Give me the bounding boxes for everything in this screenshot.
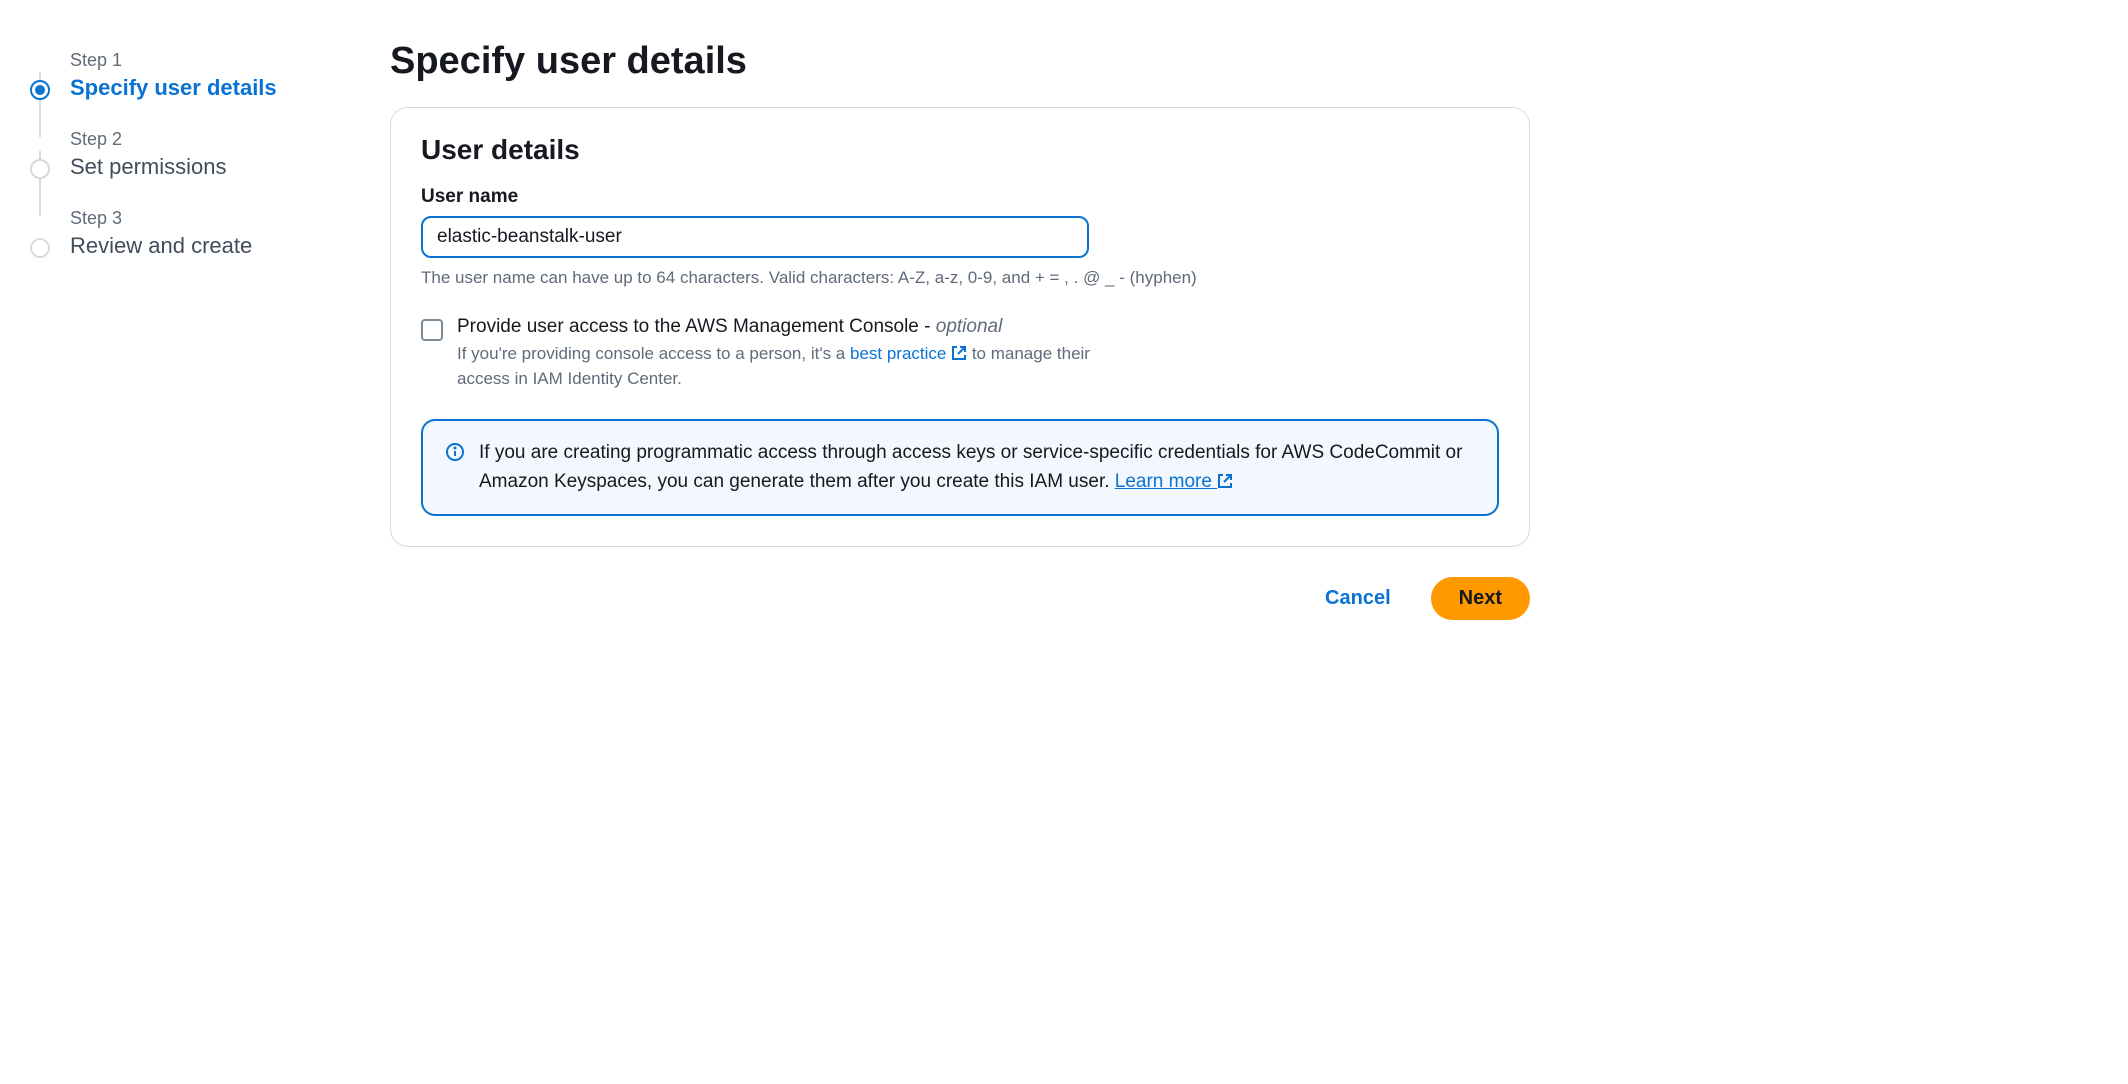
external-link-icon [951,345,967,361]
info-text: If you are creating programmatic access … [479,439,1475,496]
info-alert: If you are creating programmatic access … [421,419,1499,516]
user-details-panel: User details User name The user name can… [390,107,1530,547]
console-access-label-main: Provide user access to the AWS Managemen… [457,316,936,337]
step-label: Step 2 [70,129,330,150]
main-content: Specify user details User details User n… [390,40,1530,620]
cancel-button[interactable]: Cancel [1313,577,1403,620]
panel-title: User details [421,134,1499,166]
username-label: User name [421,186,1499,208]
step-title: Specify user details [70,75,330,101]
step-title: Review and create [70,233,330,259]
console-access-option: Provide user access to the AWS Managemen… [421,316,1499,391]
username-input[interactable] [421,216,1089,258]
external-link-icon [1217,473,1233,489]
best-practice-link[interactable]: best practice [850,344,967,363]
next-button[interactable]: Next [1431,577,1530,620]
step-indicator-icon [30,238,50,258]
console-access-label-optional: optional [936,316,1003,337]
wizard-step-review-and-create[interactable]: Step 3 Review and create [30,208,330,287]
info-icon [445,442,465,462]
page-title: Specify user details [390,40,1530,83]
info-text-body: If you are creating programmatic access … [479,442,1462,492]
console-access-desc: If you're providing console access to a … [457,342,1097,391]
step-title: Set permissions [70,154,330,180]
wizard-actions: Cancel Next [390,577,1530,620]
step-indicator-icon [30,80,50,100]
wizard-step-set-permissions[interactable]: Step 2 Set permissions [30,129,330,208]
console-access-checkbox[interactable] [421,319,443,341]
username-hint: The user name can have up to 64 characte… [421,268,1499,288]
learn-more-link[interactable]: Learn more [1115,471,1233,492]
step-label: Step 1 [70,50,330,71]
step-label: Step 3 [70,208,330,229]
console-access-desc-prefix: If you're providing console access to a … [457,344,850,363]
console-access-label: Provide user access to the AWS Managemen… [457,316,1097,338]
wizard-step-specify-user-details[interactable]: Step 1 Specify user details [30,50,330,129]
step-indicator-icon [30,159,50,179]
wizard-nav: Step 1 Specify user details Step 2 Set p… [30,40,330,620]
